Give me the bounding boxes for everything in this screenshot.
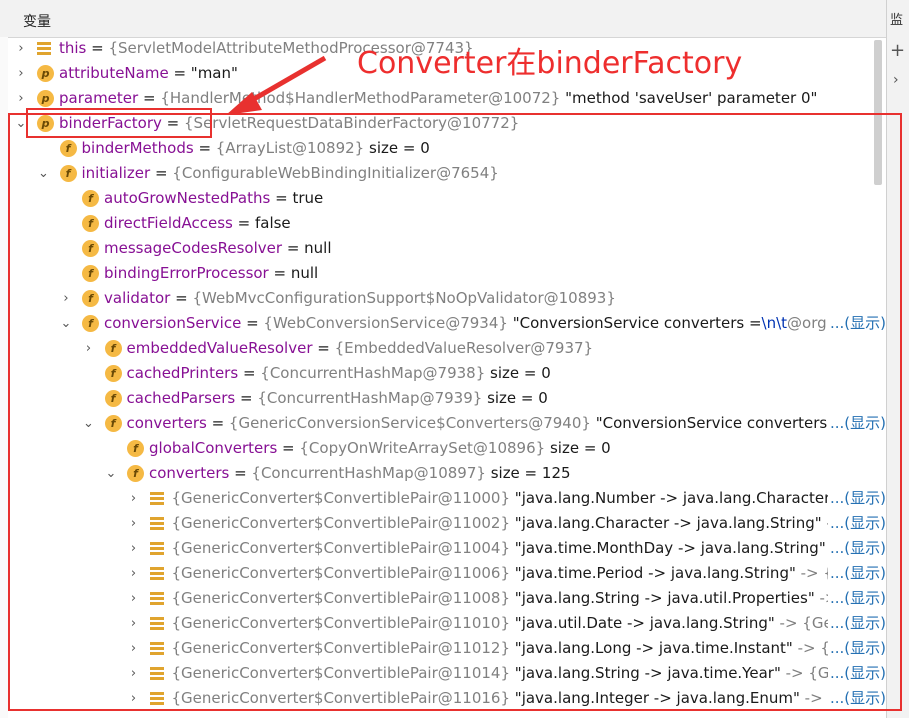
annotation-arrow (226, 55, 327, 115)
